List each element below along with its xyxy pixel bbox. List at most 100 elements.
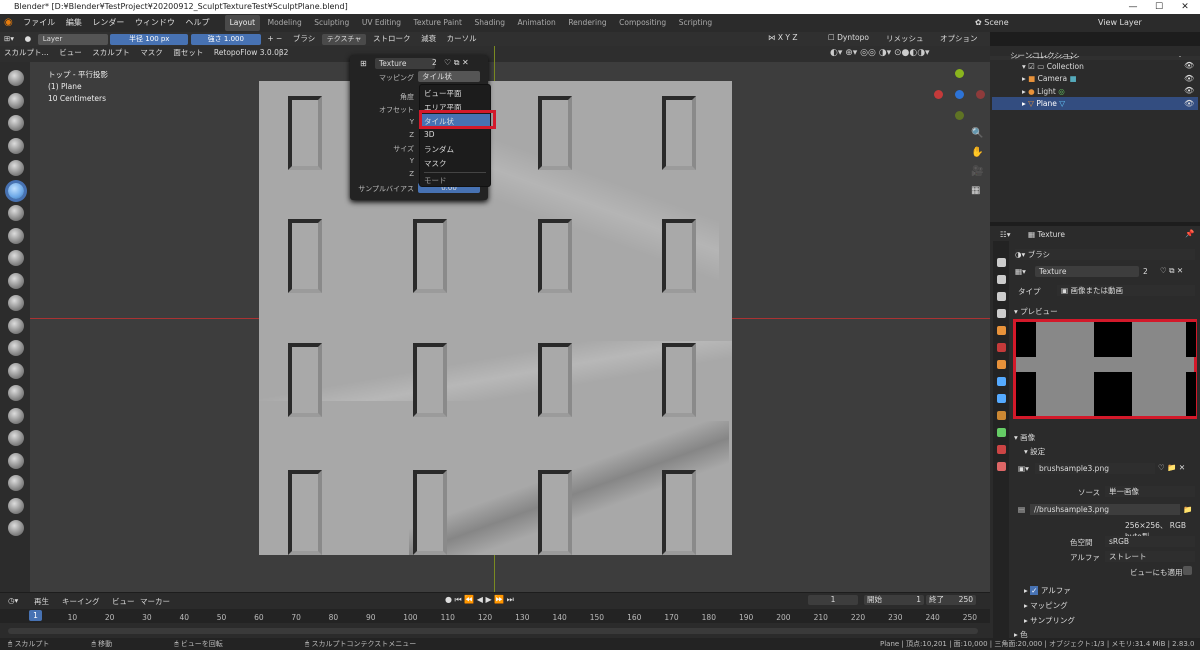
workspace-tab-modeling[interactable]: Modeling — [263, 15, 307, 31]
fake-user-icon[interactable]: ♡ ⧉ ✕ — [444, 58, 469, 68]
close-icon[interactable]: ✕ — [1172, 0, 1198, 14]
settings-subpanel-header[interactable]: ▾ 設定 — [1024, 446, 1045, 457]
menu-help[interactable]: ヘルプ — [181, 14, 213, 32]
sculpt-brush-tool-icon[interactable] — [8, 475, 24, 491]
menu-file[interactable]: ファイル — [19, 14, 59, 32]
strength-field[interactable]: 強さ 1.000 — [190, 34, 261, 45]
source-dropdown[interactable]: 単一画像 — [1105, 486, 1195, 497]
sculpt-brush-tool-icon[interactable] — [8, 182, 24, 199]
alpha-subpanel[interactable]: ▸ ✓ アルファ — [1024, 585, 1071, 596]
properties-tab-icon[interactable] — [997, 343, 1006, 352]
menu-window[interactable]: ウィンドウ — [131, 14, 179, 32]
sculpt-brush-tool-icon[interactable] — [8, 340, 24, 356]
menu-edit[interactable]: 編集 — [62, 14, 86, 32]
stroke-menu[interactable]: ストローク — [369, 32, 415, 46]
brush-menu[interactable]: ブラシ — [289, 32, 319, 46]
sculpt-brush-tool-icon[interactable] — [8, 452, 24, 469]
filepath-field[interactable]: //brushsample3.png — [1030, 504, 1180, 515]
workspace-tab-shading[interactable]: Shading — [470, 15, 510, 31]
mapping-option-view-plane[interactable]: ビュー平面 — [424, 88, 462, 99]
menu-render[interactable]: レンダー — [88, 14, 128, 32]
properties-tab-icon[interactable] — [997, 292, 1006, 301]
timeline-editor-type-icon[interactable]: ◷▾ — [8, 596, 18, 605]
mapping-option-3d[interactable]: 3D — [424, 130, 435, 139]
sculpt-brush-tool-icon[interactable] — [8, 407, 24, 424]
radius-field[interactable]: 半径 100 px — [110, 34, 189, 45]
properties-tab-icon[interactable] — [997, 394, 1006, 403]
visibility-icons[interactable]: 👁 👁 👁 👁 — [1184, 60, 1194, 110]
properties-type-icon[interactable]: ☷▾ — [1000, 230, 1011, 239]
brush-icon[interactable]: ● — [21, 32, 36, 46]
texture-menu[interactable]: テクスチャ — [321, 34, 367, 45]
sculpt-brush-tool-icon[interactable] — [8, 92, 24, 109]
properties-tab-icon[interactable] — [997, 360, 1006, 369]
properties-tab-icon[interactable] — [997, 275, 1006, 284]
face-set-menu[interactable]: 面セット — [169, 46, 207, 60]
texture-actions-icons[interactable]: ♡ ⧉ ✕ — [1160, 266, 1183, 276]
start-frame-field[interactable]: 開始 1 — [864, 595, 924, 605]
texture-context-dropdown[interactable]: ◑▾ ブラシ — [1015, 249, 1195, 260]
playback-menu[interactable]: 再生 — [34, 596, 49, 607]
blender-logo-icon[interactable]: ◉ — [0, 14, 17, 32]
dyntopo-toggle[interactable]: ☐ Dyntopo — [828, 33, 869, 42]
view-menu[interactable]: ビュー — [55, 46, 86, 60]
properties-tab-icon[interactable] — [997, 326, 1006, 335]
editor-type-icon[interactable]: ⊞▾ — [0, 32, 18, 46]
navigation-icons[interactable]: 🔍 ✋ 🎥 ▦ — [971, 124, 983, 200]
mapping-option-random[interactable]: ランダム — [424, 144, 454, 155]
view-layer-selector[interactable]: View Layer — [1098, 18, 1142, 27]
gizmo-y-axis-icon[interactable] — [955, 69, 964, 78]
workspace-tab-uv-editing[interactable]: UV Editing — [357, 15, 406, 31]
workspace-tab-rendering[interactable]: Rendering — [563, 15, 611, 31]
viewport-shading-icons[interactable]: ◐▾ ⊕▾ ◎◎ ◑▾ ⊙●◐◑▾ — [830, 48, 930, 58]
workspace-tab-scripting[interactable]: Scripting — [674, 15, 717, 31]
preview-panel-header[interactable]: ▾ プレビュー — [1014, 306, 1058, 317]
falloff-menu[interactable]: 減衰 — [417, 32, 440, 46]
mode-selector[interactable]: スカルプト... — [0, 46, 53, 60]
sculpt-brush-tool-icon[interactable] — [8, 160, 24, 176]
playback-controls[interactable]: ● ⏮ ⏪ ◀ ▶ ⏩ ⏭ — [445, 595, 514, 605]
image-name-field[interactable]: brushsample3.png — [1035, 463, 1155, 474]
texture-browse-icon[interactable]: ⊞ — [360, 59, 367, 68]
props-texture-name[interactable]: Texture — [1035, 266, 1139, 277]
properties-tab-icon[interactable] — [997, 258, 1006, 267]
gizmo-z-axis-icon[interactable] — [955, 90, 964, 99]
gizmo-neg-x-icon[interactable] — [976, 90, 985, 99]
sculpt-brush-tool-icon[interactable] — [8, 137, 24, 154]
workspace-tab-layout[interactable]: Layout — [224, 15, 261, 31]
timeline-view-menu[interactable]: ビュー — [112, 596, 135, 607]
outliner-camera[interactable]: ▸ ■ Camera ■ — [1022, 74, 1077, 83]
sculpt-brush-tool-icon[interactable] — [8, 250, 24, 266]
sculpt-brush-tool-icon[interactable] — [8, 205, 24, 221]
options-menu[interactable]: オプション — [940, 33, 978, 44]
current-frame-indicator[interactable]: 1 — [29, 610, 42, 621]
view-as-render-checkbox[interactable] — [1183, 566, 1192, 575]
mapping-option-mask[interactable]: マスク — [424, 158, 447, 169]
mask-menu[interactable]: マスク — [136, 46, 167, 60]
pin-icon[interactable]: 📌 — [1185, 229, 1194, 238]
sculpt-brush-tool-icon[interactable] — [8, 295, 24, 311]
symmetry-toggles[interactable]: ⋈ X Y Z — [768, 33, 798, 42]
sculpt-brush-tool-icon[interactable] — [8, 115, 24, 131]
sculpt-brush-tool-icon[interactable] — [8, 385, 24, 401]
properties-tab-icon[interactable] — [997, 445, 1006, 454]
outliner-collection[interactable]: ▾ ☑ ▭ Collection — [1022, 62, 1084, 71]
image-panel-header[interactable]: ▾ 画像 — [1014, 432, 1035, 443]
sculpt-brush-tool-icon[interactable] — [8, 272, 24, 289]
layer-brush-selector[interactable]: Layer — [37, 34, 108, 45]
workspace-tab-animation[interactable]: Animation — [513, 15, 561, 31]
properties-tab-icon[interactable] — [997, 309, 1006, 318]
marker-menu[interactable]: マーカー — [140, 596, 170, 607]
properties-tab-icon[interactable] — [997, 428, 1006, 437]
sculpt-brush-tool-icon[interactable] — [8, 497, 24, 514]
keying-menu[interactable]: キーイング — [62, 596, 100, 607]
texture-browse-button[interactable]: ▦▾ — [1015, 267, 1026, 276]
sculpt-brush-tool-icon[interactable] — [8, 430, 24, 446]
sculpt-menu[interactable]: スカルプト — [88, 46, 134, 60]
type-dropdown[interactable]: ▣ 画像または動画 — [1057, 285, 1195, 296]
properties-tab-icon[interactable] — [997, 411, 1006, 420]
end-frame-field[interactable]: 終了 250 — [926, 595, 976, 605]
plus-minus-toggle[interactable]: + − — [263, 32, 286, 46]
image-browse-icon[interactable]: ▣▾ — [1018, 464, 1029, 473]
sampling-subpanel[interactable]: ▸ サンプリング — [1024, 615, 1075, 626]
